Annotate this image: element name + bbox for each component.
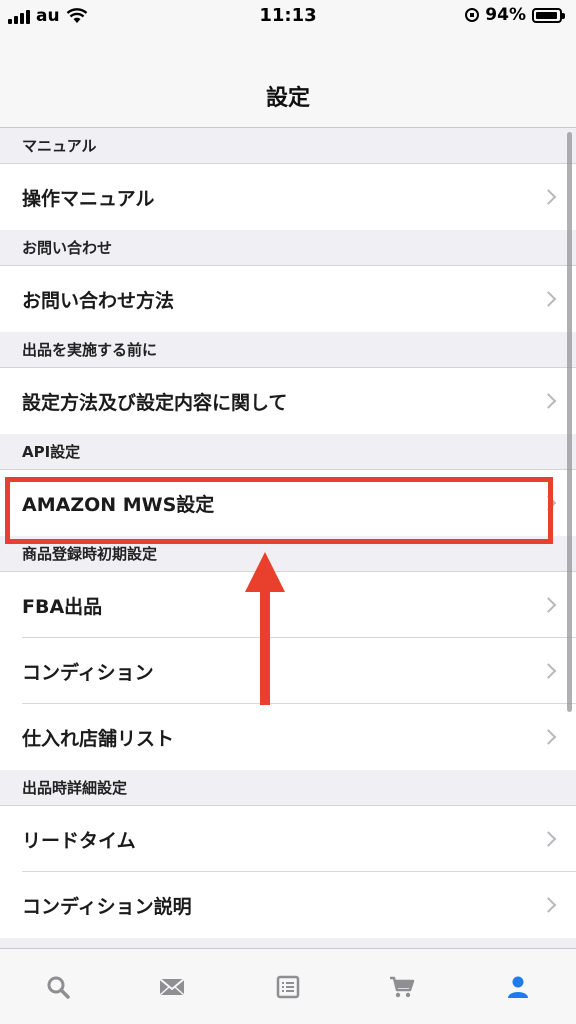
- row-condition[interactable]: コンディション: [0, 638, 576, 704]
- chevron-right-icon: [540, 189, 557, 205]
- row-operation-manual[interactable]: 操作マニュアル: [0, 164, 576, 230]
- chevron-right-icon: [540, 597, 557, 613]
- row-fba-listing[interactable]: FBA出品: [0, 572, 576, 638]
- list-icon: [276, 975, 300, 999]
- row-label: FBA出品: [22, 595, 103, 618]
- navigation-bar: 設定: [0, 32, 576, 128]
- tab-bar: [0, 948, 576, 1024]
- section-header-api: API設定: [0, 434, 576, 470]
- row-label: 操作マニュアル: [22, 187, 155, 210]
- tab-account[interactable]: [498, 967, 538, 1007]
- row-label: お問い合わせ方法: [22, 289, 175, 312]
- chevron-right-icon: [540, 729, 557, 745]
- row-contact-method[interactable]: お問い合わせ方法: [0, 266, 576, 332]
- battery-icon: [532, 7, 565, 23]
- section-header-manual: マニュアル: [0, 128, 576, 164]
- chevron-right-icon: [540, 663, 557, 679]
- annotation-arrow-head: [245, 552, 285, 592]
- section-header-before-listing: 出品を実施する前に: [0, 332, 576, 368]
- scrollbar[interactable]: [567, 132, 572, 712]
- row-label: コンディション説明: [22, 895, 192, 918]
- tab-cart[interactable]: [382, 967, 422, 1007]
- annotation-arrow-shaft: [260, 590, 270, 705]
- row-purchase-store-list[interactable]: 仕入れ店舗リスト: [0, 704, 576, 770]
- person-icon: [508, 976, 528, 998]
- chevron-right-icon: [540, 291, 557, 307]
- battery-percentage: 94%: [485, 5, 526, 25]
- row-label: 仕入れ店舗リスト: [22, 727, 175, 750]
- annotation-highlight-box: [5, 477, 553, 544]
- row-condition-description[interactable]: コンディション説明: [0, 872, 576, 938]
- row-label: 設定方法及び設定内容に関して: [22, 391, 288, 414]
- status-bar: au 11:13 94%: [0, 0, 576, 32]
- tab-list[interactable]: [268, 967, 308, 1007]
- section-header-listing-details: 出品時詳細設定: [0, 770, 576, 806]
- page-title: 設定: [265, 86, 310, 111]
- rotation-lock-icon: [465, 8, 480, 22]
- chevron-right-icon: [540, 393, 557, 409]
- tab-mail[interactable]: [152, 967, 192, 1007]
- section-header-contact: お問い合わせ: [0, 230, 576, 266]
- row-label: コンディション: [22, 661, 154, 684]
- row-label: リードタイム: [22, 829, 136, 852]
- cart-icon: [390, 976, 415, 998]
- search-icon: [47, 976, 70, 999]
- chevron-right-icon: [540, 831, 557, 847]
- chevron-right-icon: [540, 897, 557, 913]
- row-setup-guide[interactable]: 設定方法及び設定内容に関して: [0, 368, 576, 434]
- mail-icon: [159, 978, 185, 996]
- row-lead-time[interactable]: リードタイム: [0, 806, 576, 872]
- tab-search[interactable]: [38, 967, 78, 1007]
